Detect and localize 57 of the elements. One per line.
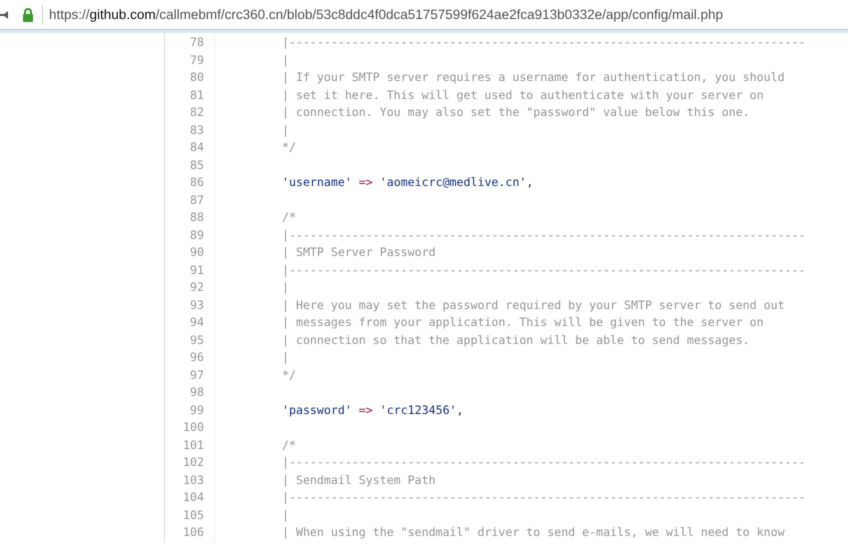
line-number: 86 [165,174,215,192]
code-line: 'username' => 'aomeicrc@medlive.cn', [282,175,534,189]
line-number: 82 [165,104,215,122]
line-number: 90 [165,244,215,262]
line-number: 102 [165,454,215,472]
lock-icon [22,8,34,22]
code-comment: | [282,52,289,66]
url-text[interactable]: https://github.com/callmebmf/crc360.cn/blob/53c8ddc4f0dca51757599f624ae2fca913b0332e/app/config/mail.php [49,7,723,22]
code-comment: | [282,350,289,364]
line-number: 85 [165,156,215,174]
line-number: 101 [165,436,215,454]
line-number: 94 [165,314,215,332]
line-number: 80 [165,69,215,86]
code-comment: | Sendmail System Path [282,472,436,486]
code-comment: | Here you may set the password required by your SMTP server to send out [282,298,785,312]
line-number: 95 [165,332,215,349]
code-comment: |-------------------------------------------------------------------------- [282,490,806,504]
code-comment: /* [282,210,296,224]
line-number: 105 [165,506,215,524]
line-number: 87 [165,192,215,209]
code-comment: /* [282,438,296,452]
line-number: 103 [165,472,215,489]
line-number: 99 [165,402,215,419]
line-number: 89 [165,226,215,244]
line-number: 106 [165,524,215,542]
line-number: 84 [165,139,215,156]
line-number: 100 [165,419,215,436]
code-comment: */ [282,368,296,382]
line-number: 88 [165,209,215,226]
code-comment: | SMTP Server Password [282,245,436,259]
code-comment: | [282,508,289,522]
code-comment: | messages from your application. This will be given to the server on [282,315,764,329]
arrow-icon[interactable] [0,8,8,20]
line-number: 81 [165,86,215,104]
code-comment: | connection so that the application will be able to send messages. [282,332,750,346]
line-number: 97 [165,366,215,384]
line-number: 83 [165,122,215,139]
line-number: 91 [165,262,215,279]
code-comment: | [282,122,289,136]
code-comment: */ [282,140,296,154]
code-comment: | When using the "sendmail" driver to send e-mails, we will need to know [282,525,785,539]
line-number: 93 [165,296,215,314]
line-number: 78 [165,34,215,52]
code-comment: | If your SMTP server requires a username for authentication, you should [282,70,785,84]
code-comment: |-------------------------------------------------------------------------- [282,35,806,49]
line-number: 98 [165,384,215,402]
code-comment: |-------------------------------------------------------------------------- [282,228,806,242]
line-number: 92 [165,279,215,296]
line-number: 79 [165,52,215,69]
code-comment: | connection. You may also set the "password" value below this one. [282,105,750,119]
code-line: 'password' => 'crc123456', [282,402,464,416]
code-comment: |-------------------------------------------------------------------------- [282,262,806,276]
code-comment: | set it here. This will get used to authenticate with your server on [282,88,764,102]
line-number: 96 [165,349,215,366]
line-number: 104 [165,489,215,506]
code-comment: |-------------------------------------------------------------------------- [282,455,806,469]
code-comment: | [282,280,289,294]
